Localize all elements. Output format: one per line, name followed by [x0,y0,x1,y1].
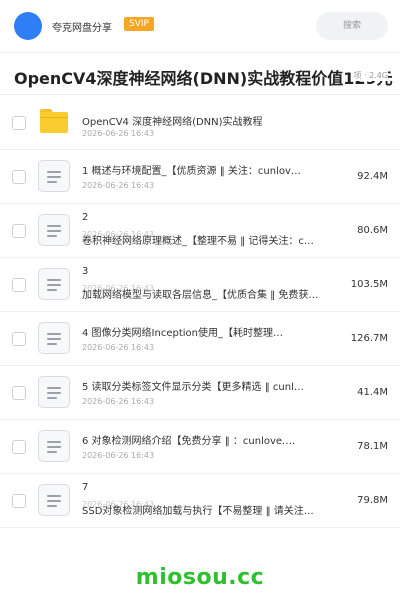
item-size: 41.4M [357,387,388,398]
list-item[interactable]: 1 概述与环境配置_【优质资源 ‖ 关注：cunlov… 2026-06-26 … [0,150,400,204]
select-checkbox[interactable] [12,332,26,346]
item-name: 加载网络模型与读取各层信息_【优质合集 ‖ 免费获… [82,290,319,301]
file-list: OpenCV4 深度神经网络(DNN)实战教程 2026-06-26 16:43… [0,96,400,528]
list-item[interactable]: 2 2026-06-26 16:43 卷积神经网络原理概述_【整理不易 ‖ 记得… [0,204,400,258]
list-item-folder[interactable]: OpenCV4 深度神经网络(DNN)实战教程 2026-06-26 16:43 [0,96,400,150]
item-size: 103.5M [350,279,388,290]
site-watermark: miosou.cc [135,565,265,590]
item-size: 79.8M [357,495,388,506]
item-name: SSD对象检测网络加载与执行【不易整理 ‖ 请关注… [82,506,314,517]
item-size: 80.6M [357,225,388,236]
item-name-index: 2 [82,212,89,223]
title-row: OpenCV4深度神经网络(DNN)实战教程价值129元 项 · 2.4G [0,56,400,94]
list-item[interactable]: 6 对象检测网络介绍【免费分享 ‖ ：cunlove.… 2026-06-26 … [0,420,400,474]
select-checkbox[interactable] [12,116,26,130]
item-name: 4 图像分类网络Inception使用_【耗时整理… [82,328,283,339]
select-checkbox[interactable] [12,494,26,508]
brand-name: 夸克网盘分享 [52,23,112,34]
select-checkbox[interactable] [12,440,26,454]
search-button[interactable]: 搜索 [316,12,388,40]
item-size: 92.4M [357,171,388,182]
avatar[interactable] [14,12,42,40]
item-name: OpenCV4 深度神经网络(DNN)实战教程 [82,117,263,128]
select-checkbox[interactable] [12,278,26,292]
list-item[interactable]: 5 读取分类标签文件显示分类【更多精选 ‖ cunl… 2026-06-26 1… [0,366,400,420]
select-checkbox[interactable] [12,170,26,184]
title-divider [0,94,400,95]
item-count-size: 项 · 2.4G [351,70,388,81]
document-icon [38,484,70,516]
document-icon [38,376,70,408]
folder-icon [40,109,68,133]
header-divider [0,52,400,53]
document-icon [38,160,70,192]
item-size: 78.1M [357,441,388,452]
list-item[interactable]: 4 图像分类网络Inception使用_【耗时整理… 2026-06-26 16… [0,312,400,366]
item-date: 2026-06-26 16:43 [82,451,155,460]
app-header: 夸克网盘分享 SVIP 搜索 [0,0,400,52]
list-item[interactable]: 7 2026-06-26 16:43 SSD对象检测网络加载与执行【不易整理 ‖… [0,474,400,528]
page-title: OpenCV4深度神经网络(DNN)实战教程价值129元 [14,69,393,88]
select-checkbox[interactable] [12,224,26,238]
item-date: 2026-06-26 16:43 [82,181,155,190]
item-name: 6 对象检测网络介绍【免费分享 ‖ ：cunlove.… [82,436,296,447]
item-date: 2026-06-26 16:43 [82,343,155,352]
item-name: 1 概述与环境配置_【优质资源 ‖ 关注：cunlov… [82,166,301,177]
item-date: 2026-06-26 16:43 [82,129,155,138]
item-name: 卷积神经网络原理概述_【整理不易 ‖ 记得关注：c… [82,236,314,247]
svip-badge: SVIP [124,17,154,31]
item-name-index: 7 [82,482,89,493]
list-item[interactable]: 3 2026-06-26 16:43 加载网络模型与读取各层信息_【优质合集 ‖… [0,258,400,312]
item-name: 5 读取分类标签文件显示分类【更多精选 ‖ cunl… [82,382,304,393]
select-checkbox[interactable] [12,386,26,400]
document-icon [38,322,70,354]
document-icon [38,268,70,300]
document-icon [38,214,70,246]
item-date: 2026-06-26 16:43 [82,397,155,406]
item-size: 126.7M [350,333,388,344]
document-icon [38,430,70,462]
item-name-index: 3 [82,266,89,277]
